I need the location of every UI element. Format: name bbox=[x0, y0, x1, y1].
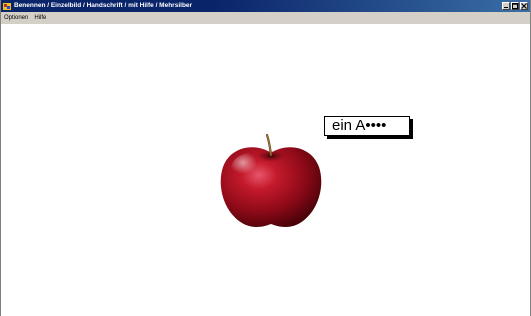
picture-area: ein A•••• bbox=[1, 25, 530, 316]
minimize-icon bbox=[504, 7, 508, 8]
apple-icon bbox=[217, 131, 325, 231]
caption-buttons bbox=[502, 2, 528, 10]
menu-bar: Optionen Hilfe bbox=[1, 12, 530, 25]
maximize-button[interactable] bbox=[511, 2, 519, 10]
app-icon[interactable] bbox=[3, 2, 12, 11]
close-button[interactable] bbox=[520, 2, 528, 10]
title-bar[interactable]: Benennen / Einzelbild / Handschrift / mi… bbox=[1, 0, 530, 12]
maximize-icon bbox=[512, 3, 518, 9]
menu-item-hilfe[interactable]: Hilfe bbox=[34, 12, 46, 25]
minimize-button[interactable] bbox=[502, 2, 510, 10]
close-icon bbox=[521, 3, 527, 9]
application-window: Benennen / Einzelbild / Handschrift / mi… bbox=[0, 0, 531, 316]
window-title: Benennen / Einzelbild / Handschrift / mi… bbox=[14, 2, 193, 9]
word-hint-text: ein A•••• bbox=[332, 117, 387, 134]
word-hint-box[interactable]: ein A•••• bbox=[324, 116, 410, 136]
menu-item-optionen[interactable]: Optionen bbox=[4, 12, 28, 25]
